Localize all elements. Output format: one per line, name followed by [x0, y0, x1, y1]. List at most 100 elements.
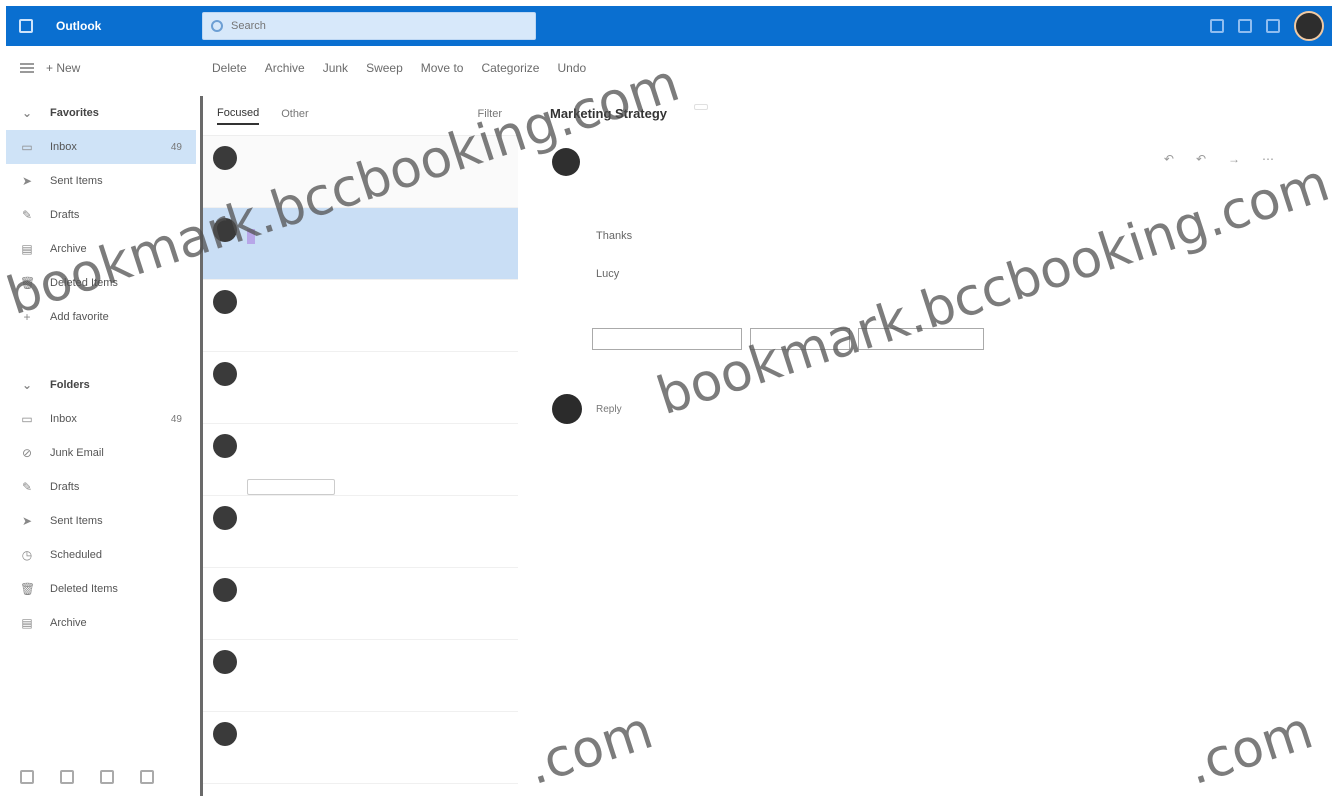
folder-item[interactable]: ➤ Sent Items [6, 504, 196, 538]
folder-list: ⌄ Favorites ▭ Inbox 49 ➤ Sent Items ✎ Drafts ▤ Arc… [6, 96, 196, 640]
reply-all-icon[interactable]: ↶ [1196, 152, 1206, 166]
calendar-icon[interactable] [60, 770, 74, 784]
message-subject [247, 661, 506, 676]
folder-label: Drafts [50, 481, 80, 493]
message-subject: Marketing Strategy [550, 106, 668, 121]
app-launcher-button[interactable] [6, 6, 46, 46]
unread-count: 49 [170, 413, 182, 425]
folder-item[interactable] [6, 334, 196, 368]
command-categorize-button[interactable]: Categorize [481, 61, 539, 75]
chevron-icon: ⌄ [21, 106, 33, 120]
message-row[interactable] [203, 424, 518, 496]
folder-item[interactable]: ✎ Drafts [6, 470, 196, 504]
sender-avatar [213, 434, 237, 458]
command-items: Delete Archive Junk Sweep Move to Categorize U… [196, 61, 604, 75]
new-message-button[interactable]: + New [46, 61, 80, 75]
folder-item[interactable]: ▭ Inbox 49 [6, 130, 196, 164]
people-icon[interactable] [100, 770, 114, 784]
folder-item[interactable]: ⊘ Junk Email [6, 436, 196, 470]
account-avatar[interactable] [1294, 11, 1324, 41]
body-thanks: Thanks [596, 230, 633, 242]
attachment-card[interactable] [592, 328, 742, 350]
folder-label: Favorites [50, 107, 99, 119]
tab-focused[interactable]: Focused [217, 107, 260, 125]
trash-icon: 🗑 [20, 582, 36, 596]
reply-link[interactable]: Reply [596, 404, 622, 415]
inbox-icon: ▭ [21, 140, 33, 154]
app-brand[interactable]: Outlook [56, 19, 196, 33]
reply-icon[interactable]: ↶ [1164, 152, 1174, 166]
sender-avatar [213, 506, 237, 530]
folder-item[interactable]: 🗑 Deleted Items [6, 572, 196, 606]
folder-item[interactable]: 🗑 Deleted Items [6, 266, 196, 300]
inbox-tabs: Focused Other Filter [203, 96, 518, 136]
folder-item[interactable]: ▤ Archive [6, 232, 196, 266]
bell-icon[interactable] [1238, 19, 1252, 33]
todo-icon[interactable] [140, 770, 154, 784]
message-row[interactable] [203, 280, 518, 352]
gear-icon[interactable] [1266, 19, 1280, 33]
chevron-icon: ⌄ [21, 378, 33, 392]
message-preview [247, 604, 506, 619]
sender-avatar [213, 362, 237, 386]
folder-item[interactable]: + Add favorite [6, 300, 196, 334]
plus-icon: + [23, 310, 31, 324]
message-actions: ↶ ↶ → ⋯ [1164, 152, 1274, 166]
reply-avatar [552, 394, 582, 424]
message-row[interactable] [203, 496, 518, 568]
folder-label: Deleted Items [50, 583, 118, 595]
message-sender [247, 358, 506, 373]
command-archive-button[interactable]: Archive [265, 61, 305, 75]
folder-item[interactable]: ✎ Drafts [6, 198, 196, 232]
message-row[interactable] [203, 208, 518, 280]
folder-item[interactable]: ➤ Sent Items [6, 164, 196, 198]
message-body: Thanks Lucy [596, 206, 1286, 304]
folder-label: Archive [50, 617, 87, 629]
folder-item[interactable]: ⌄ Favorites [6, 96, 196, 130]
folder-item[interactable]: ◷ Scheduled [6, 538, 196, 572]
command-sweep-button[interactable]: Sweep [366, 61, 403, 75]
pencil-icon: ✎ [21, 208, 33, 222]
search-input[interactable] [231, 20, 511, 32]
sender-avatar[interactable] [552, 148, 580, 176]
search-box[interactable] [202, 12, 536, 40]
forward-icon[interactable]: → [1228, 152, 1240, 166]
message-subject [247, 229, 255, 244]
message-preview [247, 676, 506, 691]
folder-item[interactable]: ▤ Archive [6, 606, 196, 640]
sender-avatar [213, 218, 237, 242]
skype-icon[interactable] [1210, 19, 1224, 33]
message-list: Focused Other Filter [200, 96, 518, 796]
tab-other[interactable]: Other [281, 108, 309, 124]
filter-button[interactable]: Filter [478, 108, 502, 120]
attachments [592, 328, 984, 350]
folder-label: Sent Items [50, 515, 103, 527]
message-row[interactable] [203, 568, 518, 640]
message-tag[interactable] [694, 104, 708, 110]
hamburger-icon[interactable] [20, 63, 34, 73]
message-row[interactable] [203, 712, 518, 784]
message-sender [247, 430, 506, 445]
folder-label: Inbox [50, 413, 77, 425]
command-delete-button[interactable]: Delete [212, 61, 247, 75]
junk-icon: ⊘ [21, 446, 33, 460]
body-signature: Lucy [596, 268, 620, 280]
folder-item[interactable]: ▭ Inbox 49 [6, 402, 196, 436]
attachment-preview[interactable] [247, 479, 335, 495]
command-undo-button[interactable]: Undo [557, 61, 586, 75]
more-icon[interactable]: ⋯ [1262, 152, 1274, 166]
message-row[interactable] [203, 136, 518, 208]
message-preview [247, 460, 506, 475]
command-bar-left: + New [6, 61, 196, 75]
attachment-card[interactable] [750, 328, 850, 350]
message-row[interactable] [203, 640, 518, 712]
message-sender [247, 718, 506, 733]
command-move-to-button[interactable]: Move to [421, 61, 464, 75]
folder-item[interactable]: ⌄ Folders [6, 368, 196, 402]
mail-icon[interactable] [20, 770, 34, 784]
message-row[interactable] [203, 352, 518, 424]
blank-icon [20, 344, 34, 358]
folder-label: Archive [50, 243, 87, 255]
attachment-card[interactable] [858, 328, 984, 350]
command-junk-button[interactable]: Junk [323, 61, 348, 75]
